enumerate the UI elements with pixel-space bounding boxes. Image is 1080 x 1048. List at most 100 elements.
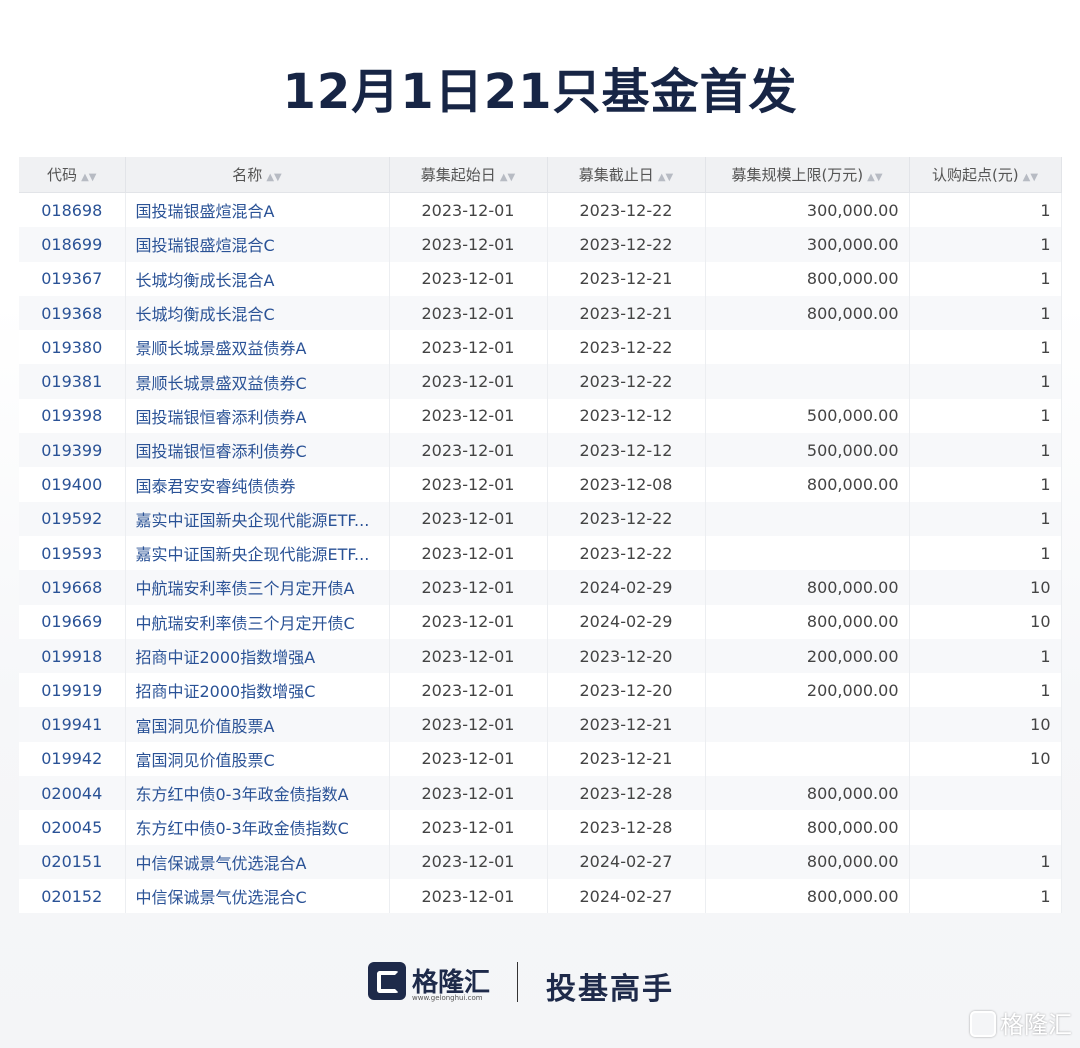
cell-name[interactable]: 景顺长城景盛双益债券A <box>125 330 390 365</box>
cell-name[interactable]: 嘉实中证国新央企现代能源ETF... <box>125 501 390 536</box>
cell-name[interactable]: 景顺长城景盛双益债券C <box>125 364 390 399</box>
cell-code[interactable]: 019918 <box>19 638 126 674</box>
column-header-code[interactable]: 代码 ▲▼ <box>19 157 126 193</box>
cell-code[interactable]: 019941 <box>19 707 126 742</box>
table-row[interactable]: 019367 长城均衡成长混合A 2023-12-01 2023-12-21 800,0… <box>19 261 1062 296</box>
table-row[interactable]: 019381 景顺长城景盛双益债券C 2023-12-01 2023-12-22 1 <box>19 364 1062 399</box>
table-row[interactable]: 019380 景顺长城景盛双益债券A 2023-12-01 2023-12-22 1 <box>19 330 1062 365</box>
cell-code[interactable]: 020152 <box>19 878 126 914</box>
cell-start-date: 2023-12-01 <box>389 433 548 468</box>
cell-name[interactable]: 长城均衡成长混合C <box>125 295 390 331</box>
cell-code[interactable]: 019398 <box>19 398 126 434</box>
table-row[interactable]: 019400 国泰君安安睿纯债债券 2023-12-01 2023-12-08 800,… <box>19 467 1062 502</box>
cell-code[interactable]: 019380 <box>19 330 126 365</box>
cell-code[interactable]: 019399 <box>19 433 126 468</box>
cell-name[interactable]: 长城均衡成长混合A <box>125 261 390 296</box>
cell-code[interactable]: 019919 <box>19 673 126 708</box>
cell-name[interactable]: 国泰君安安睿纯债债券 <box>125 467 390 502</box>
table-row[interactable]: 020044 东方红中债0-3年政金债指数A 2023-12-01 2023-12-2… <box>19 776 1062 811</box>
table-row[interactable]: 018698 国投瑞银盛煊混合A 2023-12-01 2023-12-22 300,0… <box>19 192 1062 228</box>
cell-code[interactable]: 018699 <box>19 227 126 262</box>
column-header-name[interactable]: 名称 ▲▼ <box>125 157 390 193</box>
cell-end-date: 2023-12-22 <box>547 364 706 399</box>
cell-name[interactable]: 富国洞见价值股票C <box>125 741 390 777</box>
cell-code[interactable]: 019669 <box>19 604 126 639</box>
cell-name[interactable]: 国投瑞银恒睿添利债券A <box>125 398 390 434</box>
cell-end-date: 2023-12-22 <box>547 330 706 365</box>
cell-cap: 800,000.00 <box>705 467 910 502</box>
table-row[interactable]: 019918 招商中证2000指数增强A 2023-12-01 2023-12-20 2… <box>19 638 1062 674</box>
sort-icon[interactable]: ▲▼ <box>500 172 515 183</box>
table-row[interactable]: 020152 中信保诚景气优选混合C 2023-12-01 2024-02-27 800… <box>19 878 1062 914</box>
column-header-cap[interactable]: 募集规模上限(万元) ▲▼ <box>705 157 910 193</box>
cell-name[interactable]: 东方红中债0-3年政金债指数A <box>125 776 390 811</box>
sort-icon[interactable]: ▲▼ <box>266 172 281 183</box>
cell-end-date: 2023-12-21 <box>547 707 706 742</box>
cell-start-date: 2023-12-01 <box>389 535 548 571</box>
cell-code[interactable]: 019367 <box>19 261 126 296</box>
sort-icon[interactable]: ▲▼ <box>658 172 673 183</box>
cell-code[interactable]: 019400 <box>19 467 126 502</box>
table-row[interactable]: 019399 国投瑞银恒睿添利债券C 2023-12-01 2023-12-12 500… <box>19 433 1062 468</box>
cell-min: 1 <box>909 501 1062 536</box>
cell-code[interactable]: 019942 <box>19 741 126 777</box>
cell-code[interactable]: 019381 <box>19 364 126 399</box>
sort-icon[interactable]: ▲▼ <box>1023 172 1038 183</box>
sort-icon[interactable]: ▲▼ <box>867 172 882 183</box>
column-header-end-date[interactable]: 募集截止日 ▲▼ <box>547 157 706 193</box>
cell-name[interactable]: 招商中证2000指数增强C <box>125 673 390 708</box>
cell-cap: 800,000.00 <box>705 604 910 639</box>
page-title: 12月1日21只基金首发 <box>282 64 798 120</box>
table-row[interactable]: 019592 嘉实中证国新央企现代能源ETF... 2023-12-01 2023-1… <box>19 501 1062 536</box>
cell-name[interactable]: 东方红中债0-3年政金债指数C <box>125 810 390 845</box>
cell-end-date: 2023-12-22 <box>547 535 706 571</box>
cell-name[interactable]: 国投瑞银盛煊混合C <box>125 227 390 262</box>
table-row[interactable]: 019398 国投瑞银恒睿添利债券A 2023-12-01 2023-12-12 500… <box>19 398 1062 434</box>
cell-start-date: 2023-12-01 <box>389 501 548 536</box>
cell-name[interactable]: 中航瑞安利率债三个月定开债A <box>125 570 390 605</box>
cell-name[interactable]: 中航瑞安利率债三个月定开债C <box>125 604 390 639</box>
cell-name[interactable]: 国投瑞银恒睿添利债券C <box>125 433 390 468</box>
cell-start-date: 2023-12-01 <box>389 192 548 228</box>
cell-end-date: 2024-02-27 <box>547 878 706 914</box>
table-row[interactable]: 019941 富国洞见价值股票A 2023-12-01 2023-12-21 10 <box>19 707 1062 742</box>
table-row[interactable]: 019368 长城均衡成长混合C 2023-12-01 2023-12-21 800,0… <box>19 295 1062 331</box>
cell-cap <box>705 741 910 777</box>
cell-min: 1 <box>909 844 1062 879</box>
cell-end-date: 2023-12-21 <box>547 295 706 331</box>
column-header-min[interactable]: 认购起点(元) ▲▼ <box>909 157 1062 193</box>
cell-start-date: 2023-12-01 <box>389 467 548 502</box>
sort-icon[interactable]: ▲▼ <box>81 172 96 183</box>
column-header-start-date[interactable]: 募集起始日 ▲▼ <box>389 157 548 193</box>
cell-cap <box>705 707 910 742</box>
table-row[interactable]: 019942 富国洞见价值股票C 2023-12-01 2023-12-21 10 <box>19 741 1062 777</box>
cell-name[interactable]: 富国洞见价值股票A <box>125 707 390 742</box>
table-row[interactable]: 018699 国投瑞银盛煊混合C 2023-12-01 2023-12-22 300,0… <box>19 227 1062 262</box>
cell-min: 1 <box>909 638 1062 674</box>
table-header-row: 代码 ▲▼ 名称 ▲▼ 募集起始日 ▲▼ 募集截止日 ▲▼ 募集规模上限(万元) ▲▼ 认… <box>19 157 1062 193</box>
cell-code[interactable]: 018698 <box>19 192 126 228</box>
table-row[interactable]: 020151 中信保诚景气优选混合A 2023-12-01 2024-02-27 800… <box>19 844 1062 879</box>
cell-min: 10 <box>909 741 1062 777</box>
table-row[interactable]: 019593 嘉实中证国新央企现代能源ETF... 2023-12-01 2023-1… <box>19 535 1062 571</box>
table-row[interactable]: 020045 东方红中债0-3年政金债指数C 2023-12-01 2023-12-2… <box>19 810 1062 845</box>
cell-code[interactable]: 019592 <box>19 501 126 536</box>
cell-code[interactable]: 020151 <box>19 844 126 879</box>
cell-end-date: 2023-12-22 <box>547 501 706 536</box>
table-row[interactable]: 019919 招商中证2000指数增强C 2023-12-01 2023-12-20 2… <box>19 673 1062 708</box>
table-row[interactable]: 019668 中航瑞安利率债三个月定开债A 2023-12-01 2024-02-29… <box>19 570 1062 605</box>
cell-cap: 800,000.00 <box>705 570 910 605</box>
cell-name[interactable]: 国投瑞银盛煊混合A <box>125 192 390 228</box>
cell-code[interactable]: 019368 <box>19 295 126 331</box>
cell-code[interactable]: 020044 <box>19 776 126 811</box>
cell-code[interactable]: 019593 <box>19 535 126 571</box>
cell-cap <box>705 501 910 536</box>
cell-end-date: 2023-12-08 <box>547 467 706 502</box>
cell-name[interactable]: 中信保诚景气优选混合C <box>125 878 390 914</box>
cell-name[interactable]: 招商中证2000指数增强A <box>125 638 390 674</box>
cell-name[interactable]: 嘉实中证国新央企现代能源ETF... <box>125 535 390 571</box>
cell-code[interactable]: 020045 <box>19 810 126 845</box>
cell-code[interactable]: 019668 <box>19 570 126 605</box>
cell-name[interactable]: 中信保诚景气优选混合A <box>125 844 390 879</box>
table-row[interactable]: 019669 中航瑞安利率债三个月定开债C 2023-12-01 2024-02-29… <box>19 604 1062 639</box>
